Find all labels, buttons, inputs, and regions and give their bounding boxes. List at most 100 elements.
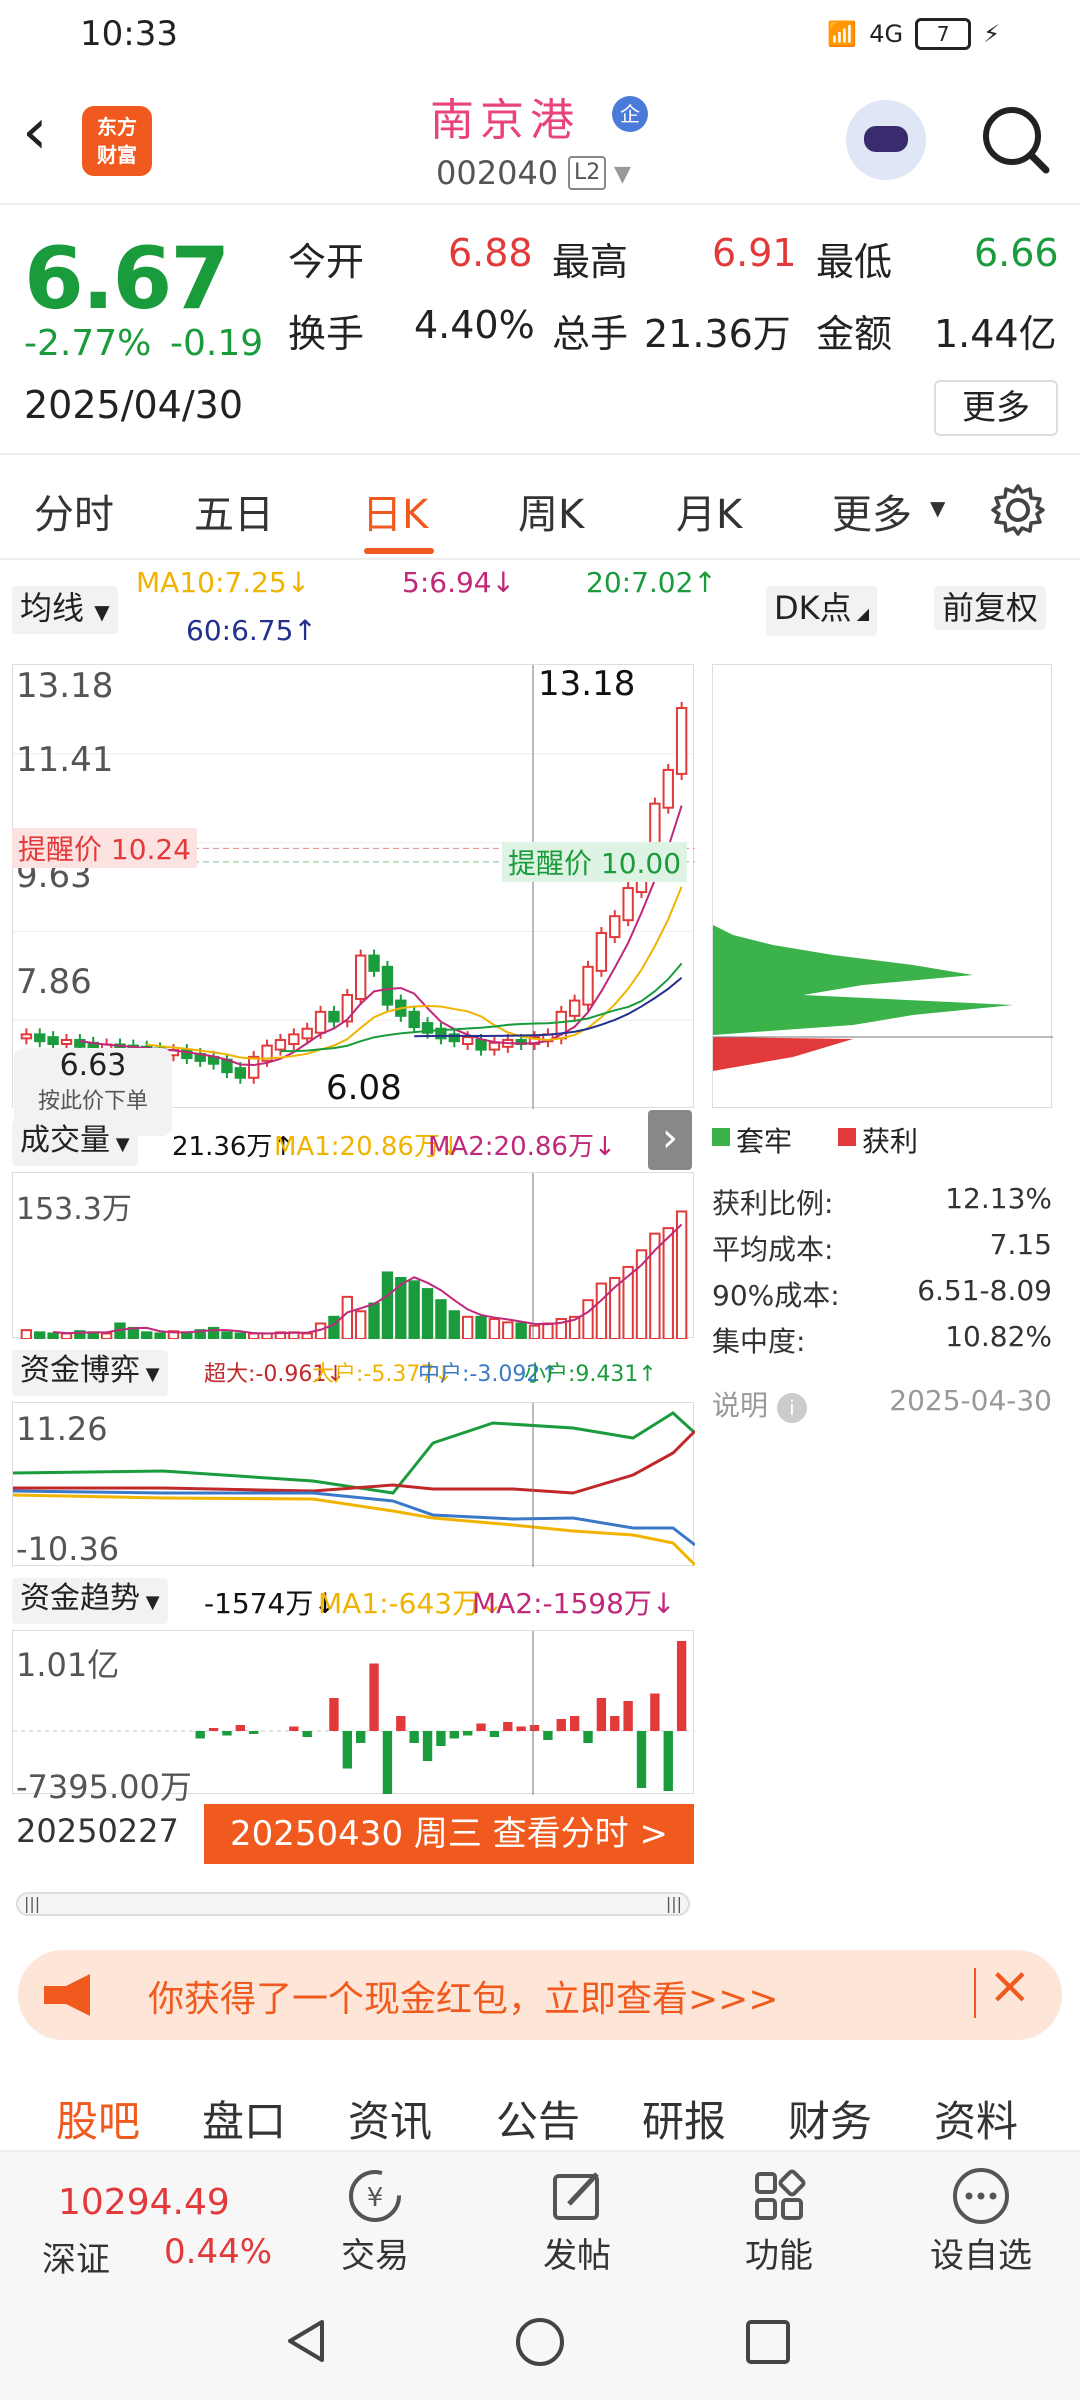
fund-trend-y-max: 1.01亿 bbox=[16, 1646, 120, 1684]
dk-point-selector[interactable]: DK点 ◢ bbox=[766, 586, 878, 636]
status-time: 10:33 bbox=[80, 14, 178, 54]
candle bbox=[568, 999, 581, 1017]
fund-trend-bar bbox=[623, 1701, 633, 1731]
candle bbox=[234, 1067, 247, 1079]
function-label: 功能 bbox=[745, 2236, 813, 2276]
candle bbox=[60, 1038, 73, 1045]
post-button[interactable]: 发帖 bbox=[502, 2152, 652, 2282]
legend-hold-label: 套牢 bbox=[736, 1125, 793, 1158]
tab-pankou[interactable]: 盘口 bbox=[202, 2088, 286, 2149]
active-tab-indicator bbox=[364, 548, 434, 554]
index-ticker[interactable]: 10294.49 深证 0.44% bbox=[20, 2152, 280, 2282]
tab-more[interactable]: 更多 bbox=[832, 482, 912, 540]
chip-stat-value: 10.82% bbox=[945, 1320, 1052, 1353]
index-percent: 0.44% bbox=[164, 2232, 273, 2272]
chip-stat-value: 6.51-8.09 bbox=[917, 1274, 1052, 1307]
red-packet-banner[interactable]: 你获得了一个现金红包，立即查看>>> × bbox=[18, 1950, 1062, 2040]
indicator-selector-volume[interactable]: 成交量 ▼ bbox=[12, 1120, 138, 1166]
chip-note-row[interactable]: 说明 i 2025-04-30 bbox=[712, 1384, 1052, 1424]
fund-trend-bar bbox=[610, 1716, 620, 1731]
legend-profit-label: 获利 bbox=[862, 1125, 919, 1158]
fund-trend-bar bbox=[676, 1641, 687, 1731]
candle bbox=[408, 1010, 420, 1029]
fund-trend-bar bbox=[356, 1731, 366, 1743]
caret-down-icon: ▼ bbox=[140, 1364, 160, 1385]
search-icon[interactable] bbox=[980, 100, 1050, 180]
tab-notice[interactable]: 公告 bbox=[496, 2088, 580, 2149]
tab-news[interactable]: 资讯 bbox=[348, 2088, 432, 2149]
level2-badge[interactable]: L2 bbox=[568, 156, 607, 190]
fund-trend-bar bbox=[195, 1731, 205, 1739]
scroll-handle-left[interactable]: ||| bbox=[24, 1894, 40, 1913]
chevron-down-icon[interactable]: ▼ bbox=[614, 162, 631, 187]
app-logo: 东方 财富 bbox=[82, 106, 152, 176]
time-axis-start: 20250227 bbox=[16, 1812, 179, 1850]
more-quote-button[interactable]: 更多 bbox=[934, 380, 1058, 436]
volume-bar bbox=[341, 1295, 353, 1340]
gear-icon[interactable] bbox=[990, 482, 1046, 538]
fund-trend-bar bbox=[476, 1723, 486, 1731]
trade-label: 交易 bbox=[341, 2236, 409, 2276]
volume-bar bbox=[421, 1288, 434, 1340]
fund-small: 小户:9.431↑ bbox=[524, 1362, 657, 1387]
candle bbox=[47, 1036, 59, 1045]
tab-weekly-k[interactable]: 周K bbox=[518, 482, 584, 540]
close-icon[interactable]: × bbox=[988, 1956, 1032, 2016]
tab-monthly-k[interactable]: 月K bbox=[676, 482, 742, 540]
function-button[interactable]: 功能 bbox=[704, 2152, 854, 2282]
candle bbox=[368, 954, 380, 972]
kline-chart[interactable] bbox=[12, 664, 695, 1109]
indicator-selector-ma[interactable]: 均线 ▼ bbox=[12, 586, 118, 634]
legend-profit-swatch bbox=[838, 1128, 856, 1146]
chip-profit-area bbox=[713, 1037, 853, 1071]
candle bbox=[622, 887, 634, 922]
add-watchlist-button[interactable]: 设自选 bbox=[906, 2152, 1056, 2282]
tab-profile[interactable]: 资料 bbox=[934, 2088, 1018, 2149]
expand-arrow-icon[interactable]: › bbox=[648, 1110, 692, 1170]
volume-bar bbox=[662, 1227, 674, 1340]
view-intraday-button[interactable]: 20250430 周三 查看分时 > bbox=[204, 1804, 694, 1864]
chip-distribution-chart[interactable] bbox=[712, 664, 1053, 1108]
volume-bar bbox=[154, 1332, 166, 1341]
volume-bar bbox=[328, 1315, 340, 1340]
nav-home-icon[interactable] bbox=[514, 2316, 566, 2368]
fund-game-selector-label: 资金博弈 bbox=[20, 1353, 140, 1388]
alert-price-left[interactable]: 提醒价 10.24 bbox=[12, 828, 198, 868]
volume-bar bbox=[461, 1315, 474, 1340]
alert-price-right[interactable]: 提醒价 10.00 bbox=[502, 842, 688, 882]
tab-guba[interactable]: 股吧 bbox=[56, 2088, 140, 2149]
indicator-selector-fund-game[interactable]: 资金博弈 ▼ bbox=[12, 1350, 168, 1396]
back-icon[interactable]: ‹ bbox=[22, 100, 48, 164]
scroll-handle-right[interactable]: ||| bbox=[666, 1894, 682, 1913]
adjust-selector[interactable]: 前复权 bbox=[934, 586, 1047, 630]
index-value: 10294.49 bbox=[58, 2182, 230, 2223]
fund-trend-bar bbox=[302, 1731, 312, 1737]
stock-code[interactable]: 002040 bbox=[436, 154, 558, 192]
info-icon[interactable]: i bbox=[776, 1393, 807, 1423]
stock-name[interactable]: 南京港 bbox=[430, 84, 580, 148]
amount-value: 1.44亿 bbox=[934, 312, 1057, 356]
chip-note-date: 2025-04-30 bbox=[889, 1384, 1052, 1417]
tab-finance[interactable]: 财务 bbox=[788, 2088, 872, 2149]
volume-bar bbox=[381, 1271, 394, 1340]
fund-game-line bbox=[12, 1411, 697, 1495]
trade-button[interactable]: ¥ 交易 bbox=[300, 2152, 450, 2282]
high-price-marker: 13.18 bbox=[538, 664, 636, 704]
candle bbox=[595, 932, 608, 972]
tab-research[interactable]: 研报 bbox=[642, 2088, 726, 2149]
volume-bar bbox=[368, 1302, 380, 1340]
nav-back-icon[interactable] bbox=[282, 2316, 332, 2366]
range-scrollbar[interactable]: ||| ||| bbox=[16, 1892, 690, 1916]
nav-recents-icon[interactable] bbox=[744, 2318, 792, 2366]
grid-icon bbox=[755, 2169, 806, 2220]
turnover-label: 换手 bbox=[288, 312, 365, 356]
tab-five-day[interactable]: 五日 bbox=[194, 482, 274, 540]
tab-intraday[interactable]: 分时 bbox=[34, 482, 114, 540]
corner-caret-icon: ◢ bbox=[851, 604, 870, 623]
indicator-selector-fund-trend[interactable]: 资金趋势 ▼ bbox=[12, 1578, 168, 1624]
quote-date: 2025/04/30 bbox=[24, 383, 244, 427]
assistant-robot-icon[interactable] bbox=[846, 100, 926, 180]
enterprise-badge: 企 bbox=[612, 96, 648, 132]
tab-daily-k[interactable]: 日K bbox=[362, 482, 428, 540]
fund-game-line bbox=[13, 1429, 697, 1495]
